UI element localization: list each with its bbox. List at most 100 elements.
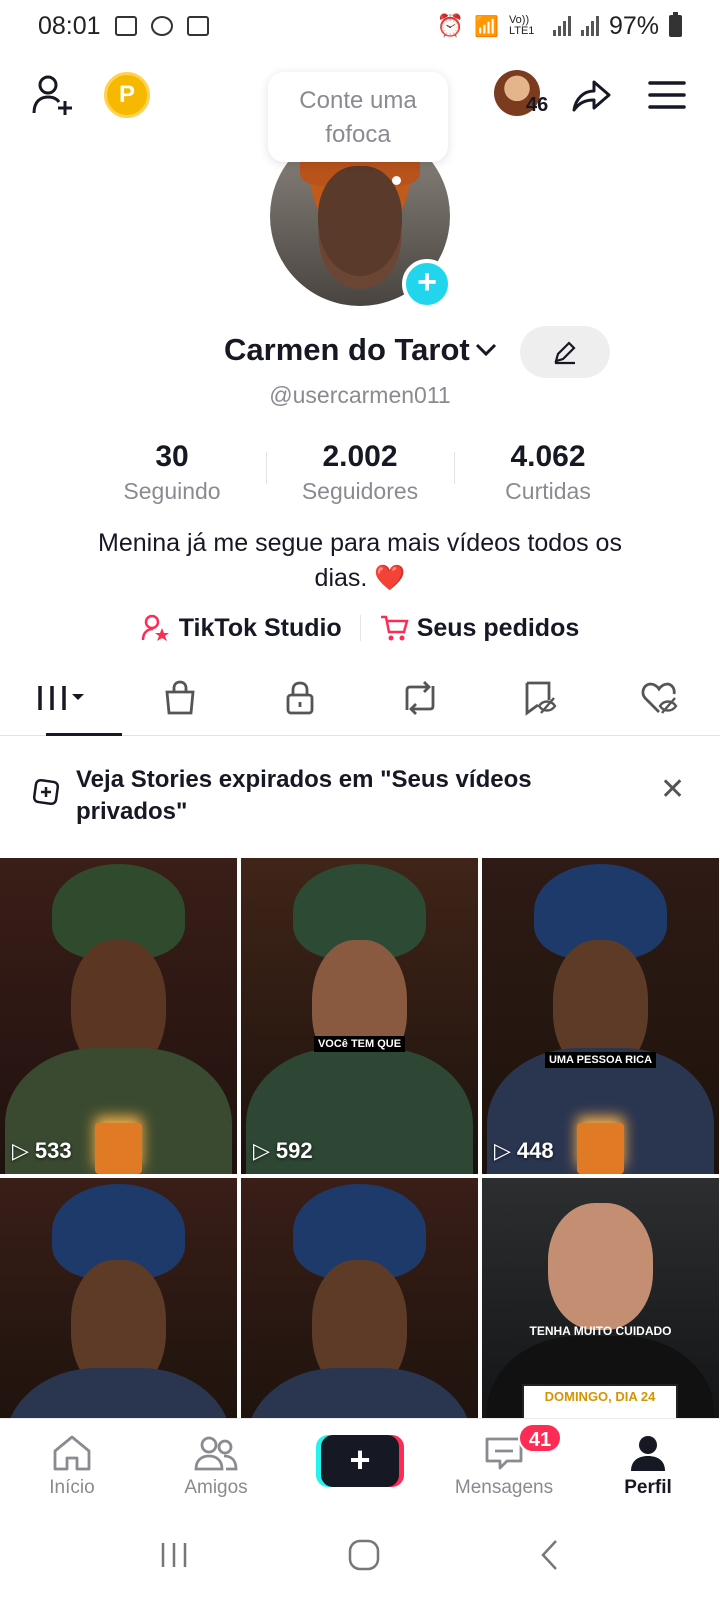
stat-label: Seguidores xyxy=(301,478,419,504)
add-friend-button[interactable] xyxy=(28,70,78,120)
shopping-bag-icon xyxy=(165,680,195,714)
share-icon xyxy=(572,80,611,112)
view-count: 448 xyxy=(516,1138,554,1163)
nav-home[interactable]: Início xyxy=(0,1419,144,1510)
home-icon xyxy=(53,1435,91,1471)
tab-reposts[interactable] xyxy=(360,660,480,735)
close-icon[interactable]: ✕ xyxy=(660,772,685,807)
bottom-nav: Início Amigos + 41 Mensagens Perfil xyxy=(0,1418,720,1510)
recent-apps-icon[interactable] xyxy=(158,1540,190,1570)
nav-home-label: Início xyxy=(49,1477,95,1498)
stat-following[interactable]: 30 Seguindo xyxy=(78,440,266,510)
create-button[interactable]: + xyxy=(321,1435,399,1487)
note-bubble-line2: fofoca xyxy=(325,121,391,148)
alarm-icon: ⏰ xyxy=(436,13,465,38)
system-nav xyxy=(0,1510,720,1600)
stat-value: 30 xyxy=(155,440,189,473)
tab-liked[interactable] xyxy=(600,660,720,735)
profile-bio: Menina já me segue para mais vídeos todo… xyxy=(60,526,660,596)
status-time: 08:01 xyxy=(38,11,101,40)
heart-emoji: ❤️ xyxy=(374,564,406,592)
nav-messages[interactable]: 41 Mensagens xyxy=(432,1419,576,1510)
view-count: 592 xyxy=(275,1138,313,1163)
back-icon[interactable] xyxy=(538,1538,562,1572)
stories-banner-text: Veja Stories expirados em "Seus vídeos p… xyxy=(76,766,532,825)
name-row: Carmen do Tarot xyxy=(0,326,720,378)
links-divider xyxy=(359,615,361,641)
story-add-icon xyxy=(32,778,60,806)
coin-icon: P xyxy=(118,81,135,108)
add-story-button[interactable]: + xyxy=(402,259,452,309)
edit-profile-button[interactable] xyxy=(520,326,610,378)
stat-label: Curtidas xyxy=(505,478,591,504)
network-label: Vo)) LTE1 xyxy=(508,14,535,37)
stat-value: 2.002 xyxy=(322,440,398,473)
bio-line2-wrap: dias. ❤️ xyxy=(60,561,660,596)
video-thumbnail[interactable]: VOCê TEM QUE ▷ 592 xyxy=(241,858,478,1174)
gallery-icon xyxy=(114,16,137,36)
video-views: ▷ 592 xyxy=(253,1138,313,1164)
chevron-down-icon[interactable] xyxy=(474,340,498,360)
repost-icon xyxy=(405,680,435,715)
battery-percent: 97% xyxy=(608,11,659,40)
avatar-face xyxy=(318,166,402,276)
heart-hidden-icon xyxy=(641,682,678,714)
note-bubble-line1: Conte uma xyxy=(299,87,417,114)
notification-icon xyxy=(150,16,173,36)
orders-link[interactable]: Seus pedidos xyxy=(379,613,579,643)
home-button-icon[interactable] xyxy=(347,1538,381,1572)
play-icon: ▷ xyxy=(494,1138,511,1163)
stat-value: 4.062 xyxy=(510,440,586,473)
lock-icon xyxy=(286,681,314,714)
nav-messages-label: Mensagens xyxy=(454,1477,554,1498)
bubble-dot xyxy=(392,176,401,185)
note-bubble[interactable]: Conte uma fofoca xyxy=(268,72,448,162)
stat-likes[interactable]: 4.062 Curtidas xyxy=(454,440,642,510)
bookmark-hidden-icon xyxy=(525,681,557,716)
add-user-icon xyxy=(32,75,72,115)
profile-handle: @usercarmen011 xyxy=(269,382,451,408)
share-profile-button[interactable] xyxy=(568,72,614,118)
stats-row: 30 Seguindo 2.002 Seguidores 4.062 Curti… xyxy=(78,440,642,510)
voicemail-icon xyxy=(186,16,209,36)
play-icon: ▷ xyxy=(12,1138,29,1163)
studio-label: TikTok Studio xyxy=(178,613,342,642)
status-bar: 08:01 ⏰ 📶 Vo)) LTE1 97% xyxy=(0,0,720,52)
signal-icon xyxy=(552,16,571,36)
video-caption: TENHA MUITO CUIDADO xyxy=(529,1324,672,1338)
profile-name[interactable]: Carmen do Tarot xyxy=(224,332,470,368)
friends-count: 46 xyxy=(526,94,549,116)
play-icon: ▷ xyxy=(253,1138,270,1163)
tab-videos[interactable] xyxy=(0,660,122,736)
video-grid: ▷ 533 VOCê TEM QUE ▷ 592 UMA PESSOA RICA ▷… xyxy=(0,858,720,1494)
cart-icon xyxy=(380,615,409,641)
tiktok-studio-link[interactable]: TikTok Studio xyxy=(141,613,342,643)
coin-button[interactable]: P xyxy=(104,72,150,118)
grid-icon xyxy=(38,685,84,710)
stories-banner[interactable]: Veja Stories expirados em "Seus vídeos p… xyxy=(0,752,720,842)
nav-friends[interactable]: Amigos xyxy=(144,1419,288,1510)
stat-followers[interactable]: 2.002 Seguidores xyxy=(266,440,454,510)
nav-profile-label: Perfil xyxy=(624,1477,672,1498)
tab-private[interactable] xyxy=(240,660,360,735)
studio-icon xyxy=(141,614,169,641)
wifi-icon: 📶 xyxy=(474,15,499,38)
video-caption: VOCê TEM QUE xyxy=(313,1036,406,1052)
nav-friends-label: Amigos xyxy=(184,1477,248,1498)
nav-profile[interactable]: Perfil xyxy=(576,1419,720,1510)
nav-create[interactable]: + xyxy=(288,1419,432,1510)
menu-button[interactable] xyxy=(644,72,690,118)
tab-favorites[interactable] xyxy=(480,660,600,735)
video-thumbnail[interactable]: UMA PESSOA RICA ▷ 448 xyxy=(482,858,719,1174)
battery-icon xyxy=(669,12,682,37)
pencil-icon xyxy=(554,341,576,365)
tab-shop[interactable] xyxy=(120,660,240,735)
video-caption: UMA PESSOA RICA xyxy=(544,1052,657,1068)
signal-icon-2 xyxy=(580,16,599,36)
bio-line2: dias. xyxy=(314,564,368,592)
profile-links: TikTok Studio Seus pedidos xyxy=(0,608,720,648)
video-thumbnail[interactable]: ▷ 533 xyxy=(0,858,237,1174)
content-tabs xyxy=(0,660,720,736)
messages-badge: 41 xyxy=(518,1423,562,1453)
profile-icon xyxy=(631,1436,665,1471)
